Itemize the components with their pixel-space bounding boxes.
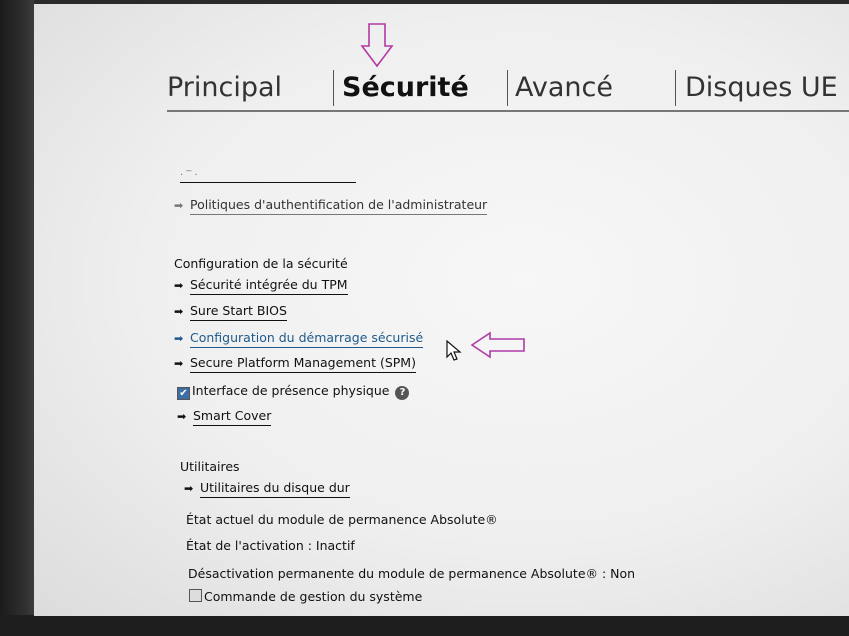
monitor-bezel-bottom: [0, 615, 849, 636]
link-label: Sure Start BIOS: [190, 303, 287, 321]
checkbox-system-management[interactable]: Commande de gestion du système: [189, 589, 422, 604]
link-label: Utilitaires du disque dur: [200, 480, 350, 498]
section-heading-utilities: Utilitaires: [180, 459, 240, 474]
arrow-right-icon: ➡: [177, 410, 187, 423]
tab-divider: [507, 70, 508, 106]
link-label: Secure Platform Management (SPM): [190, 355, 416, 373]
tab-underline: [167, 110, 849, 112]
link-tpm[interactable]: ➡ Sécurité intégrée du TPM: [174, 277, 348, 295]
checkbox-physical-presence[interactable]: ✔ Interface de présence physique?: [177, 383, 410, 400]
tab-principal[interactable]: Principal: [167, 68, 282, 108]
section-heading-security: Configuration de la sécurité: [174, 256, 348, 271]
arrow-right-icon: ➡: [174, 199, 184, 212]
arrow-right-icon: ➡: [174, 357, 184, 370]
tab-securite[interactable]: Sécurité: [342, 68, 469, 108]
arrow-right-icon: ➡: [174, 279, 184, 292]
link-admin-policies[interactable]: ➡ Politiques d'authentification de l'admi…: [174, 197, 488, 215]
link-secure-boot[interactable]: ➡ Configuration du démarrage sécurisé: [174, 330, 424, 348]
bios-screen: Principal Sécurité Avancé Disques UE · ‾…: [34, 4, 849, 616]
tab-divider: [333, 70, 334, 106]
arrow-right-icon: ➡: [184, 482, 194, 495]
link-label: Politiques d'authentification de l'admin…: [190, 197, 488, 215]
link-disk-utilities[interactable]: ➡ Utilitaires du disque dur: [184, 480, 350, 498]
link-label: Configuration du démarrage sécurisé: [190, 330, 424, 348]
monitor-bezel-left: [0, 0, 34, 636]
activation-state-text: État de l'activation : Inactif: [186, 538, 355, 553]
tab-avance[interactable]: Avancé: [515, 68, 613, 108]
annotation-arrow-down-icon: [360, 23, 394, 68]
tab-disques[interactable]: Disques UE: [685, 68, 838, 108]
tab-bar: Principal Sécurité Avancé Disques UE: [167, 68, 849, 112]
mouse-cursor-icon: [446, 340, 462, 361]
checkbox-label: Commande de gestion du système: [204, 589, 423, 604]
checkbox-label: Interface de présence physique: [192, 383, 390, 398]
checkbox-checked-icon[interactable]: ✔: [177, 387, 190, 400]
absolute-state-text: État actuel du module de permanence Abso…: [186, 512, 498, 527]
link-spm[interactable]: ➡ Secure Platform Management (SPM): [174, 355, 416, 373]
tab-divider: [675, 70, 676, 106]
link-sure-start[interactable]: ➡ Sure Start BIOS: [174, 303, 287, 321]
link-smart-cover[interactable]: ➡ Smart Cover: [177, 408, 272, 426]
permanent-disable-text: Désactivation permanente du module de pe…: [188, 566, 636, 581]
help-icon[interactable]: ?: [395, 386, 410, 400]
checkbox-unchecked-icon[interactable]: [189, 589, 202, 602]
partial-item: · ‾ ·: [180, 170, 356, 183]
arrow-right-icon: ➡: [174, 305, 184, 318]
link-label: Sécurité intégrée du TPM: [190, 277, 348, 295]
arrow-right-icon: ➡: [174, 332, 184, 345]
annotation-arrow-left-icon: [470, 331, 525, 359]
link-label: Smart Cover: [193, 408, 272, 426]
